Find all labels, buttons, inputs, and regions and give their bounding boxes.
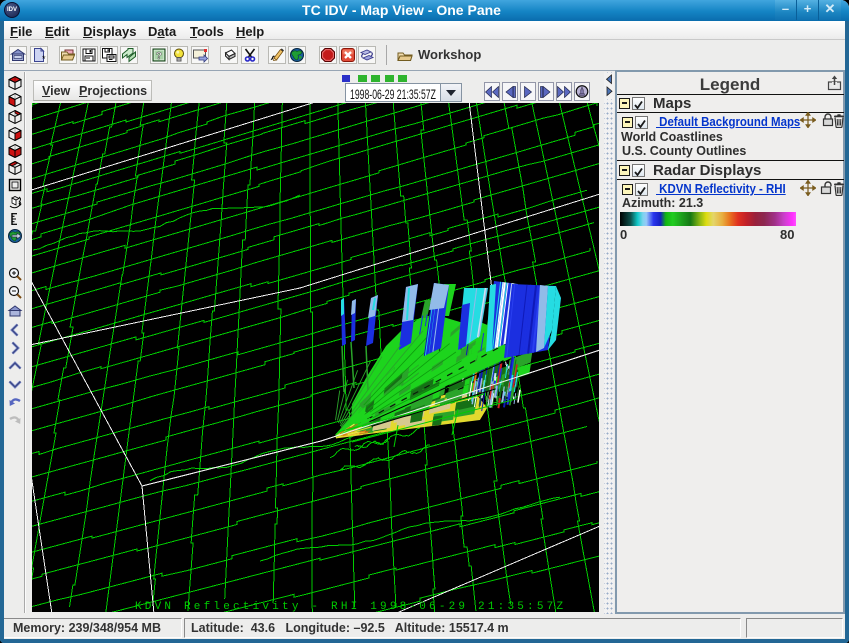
svg-text:?: ?: [156, 50, 162, 62]
svg-text:*: *: [42, 54, 46, 63]
svg-text:KDVN Reflectivity - RHI 1998-0: KDVN Reflectivity - RHI 1998-06-29 21:35…: [135, 601, 566, 612]
